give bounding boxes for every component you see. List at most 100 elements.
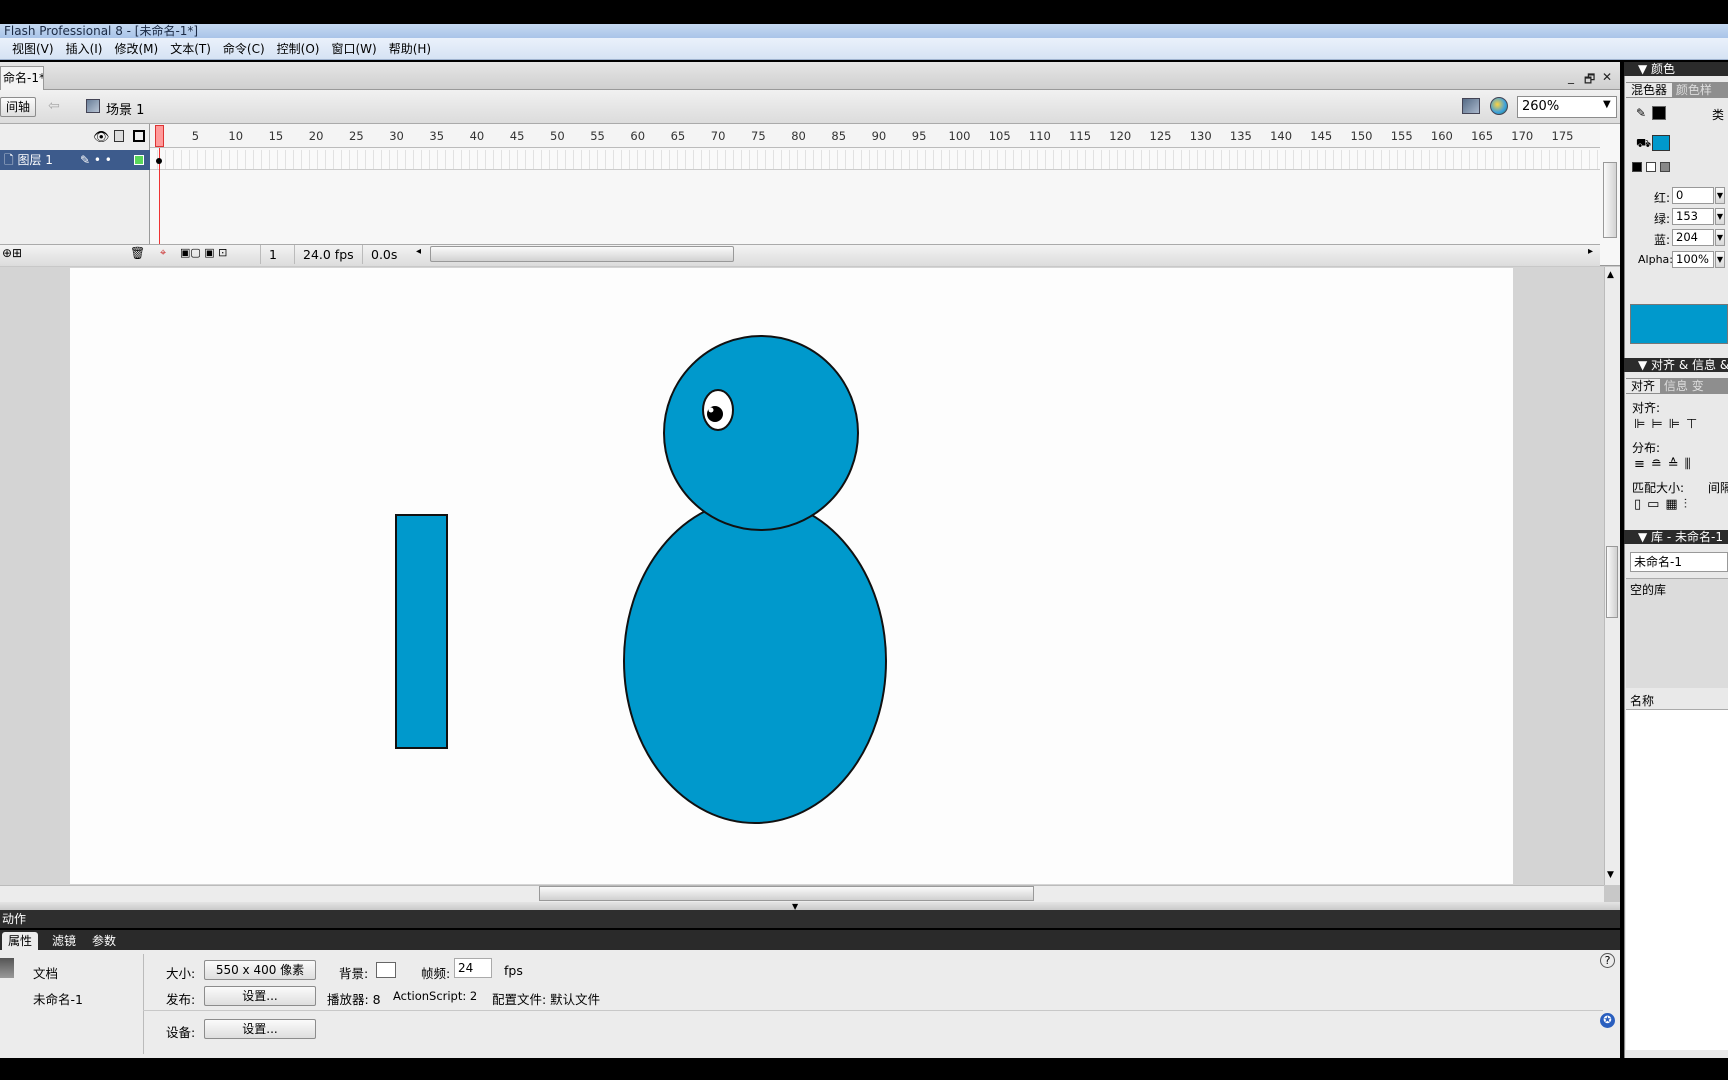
player-version: 播放器: 8 [327, 992, 381, 1007]
size-label: 大小: [166, 966, 196, 981]
device-settings-button[interactable]: 设置... [204, 1019, 316, 1039]
library-document-select[interactable]: 未命名-1 [1630, 552, 1728, 572]
stage-horizontal-scroll-thumb[interactable] [539, 886, 1034, 901]
ruler-tick: 110 [1028, 129, 1051, 143]
ruler-tick: 65 [670, 129, 686, 143]
default-colors-icon[interactable] [1632, 162, 1642, 172]
alpha-input[interactable]: 100% [1672, 251, 1714, 268]
ruler-tick: 105 [988, 129, 1011, 143]
scroll-left-icon[interactable]: ◂ [416, 246, 421, 257]
layer-frames-row[interactable] [150, 150, 1600, 170]
layer-color-icon[interactable] [134, 155, 144, 165]
edit-scene-icon[interactable] [1462, 98, 1480, 114]
menu-window[interactable]: 窗口(W) [325, 38, 382, 60]
document-tab-bar [0, 62, 1620, 90]
stage-vertical-scroll-thumb[interactable] [1606, 546, 1618, 618]
keyframe-dot[interactable] [156, 158, 162, 164]
green-input[interactable]: 153 [1672, 208, 1714, 225]
stroke-color-swatch[interactable] [1652, 106, 1666, 120]
menu-view[interactable]: 视图(V) [6, 38, 60, 60]
ruler-tick: 115 [1069, 129, 1092, 143]
size-button[interactable]: 550 x 400 像素 [204, 960, 316, 980]
ruler-tick: 170 [1511, 129, 1534, 143]
timeline-toggle-button[interactable]: 间轴 [0, 97, 36, 117]
chevron-down-icon[interactable]: ▼ [1715, 229, 1725, 246]
tab-align[interactable]: 对齐 [1626, 379, 1661, 393]
menu-text[interactable]: 文本(T) [164, 38, 217, 60]
ruler-tick: 20 [308, 129, 324, 143]
playhead[interactable] [155, 125, 164, 147]
accessibility-icon[interactable]: ✪ [1600, 1013, 1615, 1028]
minimize-icon[interactable]: _ [1568, 70, 1574, 84]
blue-input[interactable]: 204 [1672, 229, 1714, 246]
chevron-down-icon[interactable]: ▼ [1715, 251, 1725, 268]
tab-color-mixer[interactable]: 混色器 [1626, 83, 1673, 97]
document-tab[interactable]: 命名-1* [0, 66, 44, 90]
align-buttons-icons[interactable]: ⊫⊨⊫⊤ [1634, 417, 1703, 432]
help-icon[interactable]: ? [1600, 953, 1615, 968]
align-panel-header[interactable]: ▼ 对齐 & 信息 & [1624, 358, 1728, 372]
menu-insert[interactable]: 插入(I) [60, 38, 109, 60]
library-item-list[interactable] [1626, 710, 1728, 1050]
edit-bar [0, 90, 1620, 124]
scroll-right-icon[interactable]: ▸ [1588, 246, 1593, 257]
actions-panel-header[interactable]: 动作 [0, 910, 1620, 928]
menu-help[interactable]: 帮助(H) [383, 38, 437, 60]
timeline-vertical-scrollbar[interactable] [1603, 162, 1617, 238]
color-panel-header[interactable]: ▼ 颜色 [1624, 62, 1728, 76]
eye-icon[interactable]: 👁 [93, 130, 110, 145]
no-color-icon[interactable] [1646, 162, 1656, 172]
tab-properties[interactable]: 属性 [2, 932, 39, 950]
back-arrow-icon[interactable]: ⇦ [48, 98, 60, 114]
scroll-down-icon[interactable]: ▼ [1607, 870, 1614, 880]
lock-icon[interactable] [114, 130, 124, 142]
blue-rectangle[interactable] [395, 514, 448, 749]
swap-colors-icon[interactable] [1660, 162, 1670, 172]
tab-info[interactable]: 信息 [1664, 379, 1688, 393]
green-label: 绿: [1654, 212, 1671, 226]
red-input[interactable]: 0 [1672, 187, 1714, 204]
zoom-select[interactable]: 260% [1517, 96, 1617, 118]
menu-commands[interactable]: 命令(C) [217, 38, 271, 60]
chevron-down-icon[interactable]: ▼ [1715, 187, 1725, 204]
head-circle[interactable] [663, 335, 859, 531]
match-size-buttons-icons[interactable]: ▯▭▦⫶ [1634, 497, 1693, 512]
fill-color-swatch[interactable] [1652, 135, 1670, 151]
scene-breadcrumb[interactable]: 场景 1 [106, 99, 144, 118]
background-color-swatch[interactable] [376, 962, 396, 978]
edit-symbol-icon[interactable] [1490, 97, 1508, 115]
library-name-header[interactable]: 名称 [1626, 692, 1728, 710]
ruler-tick: 160 [1430, 129, 1453, 143]
ruler-tick: 45 [509, 129, 525, 143]
distribute-buttons-icons[interactable]: ≡≘≙⫼ [1634, 457, 1697, 472]
onion-skin-icons[interactable]: ▣▢ ▣ ⊡ [180, 246, 227, 259]
frame-rate-input[interactable]: 24 [454, 958, 492, 978]
align-label: 对齐: [1632, 401, 1661, 415]
tab-parameters[interactable]: 参数 [86, 932, 122, 950]
panel-collapse-bar[interactable] [0, 902, 1620, 910]
chevron-down-icon[interactable]: ▼ [1715, 208, 1725, 225]
restore-icon[interactable]: 🗗 [1584, 70, 1595, 91]
tab-color-swatches[interactable]: 颜色样 [1676, 83, 1712, 97]
ruler-tick: 80 [791, 129, 806, 143]
layer-row[interactable]: 🗋 图层 1 ✎ • • [0, 150, 150, 170]
library-panel-header[interactable]: ▼ 库 - 未命名-1 [1624, 530, 1728, 544]
stage[interactable] [70, 268, 1513, 884]
tab-filters[interactable]: 滤镜 [46, 932, 82, 950]
tab-transform[interactable]: 变 [1692, 379, 1704, 393]
frame-rate: 24.0 fps [294, 245, 360, 264]
center-frame-icon[interactable]: ⌖ [160, 246, 166, 260]
timeline-horizontal-scrollbar[interactable] [430, 246, 734, 262]
chevron-down-icon[interactable]: ▼ [1603, 99, 1611, 110]
menu-control[interactable]: 控制(O) [271, 38, 326, 60]
menu-modify[interactable]: 修改(M) [108, 38, 164, 60]
add-layer-icon[interactable]: ⊕⊞ [2, 246, 22, 260]
outline-icon[interactable] [133, 130, 145, 142]
scroll-up-icon[interactable]: ▲ [1607, 270, 1614, 280]
body-oval[interactable] [623, 498, 887, 824]
ruler-tick: 145 [1310, 129, 1333, 143]
frame-ruler[interactable]: 1510152025303540455055606570758085909510… [150, 124, 1600, 148]
trash-icon[interactable]: 🗑 [130, 246, 145, 260]
close-icon[interactable]: ✕ [1602, 70, 1612, 84]
publish-settings-button[interactable]: 设置... [204, 986, 316, 1006]
